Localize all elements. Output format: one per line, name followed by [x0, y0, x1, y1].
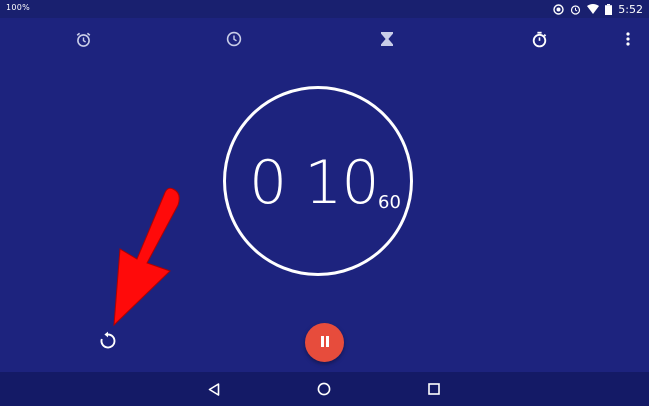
hourglass-icon	[380, 31, 394, 47]
nav-home-button[interactable]	[314, 380, 334, 398]
tab-alarm[interactable]	[73, 29, 93, 49]
alarm-icon	[75, 31, 92, 48]
stopwatch-icon	[531, 31, 548, 48]
status-time: 5:52	[618, 2, 643, 16]
navigation-bar	[0, 372, 649, 406]
timer-screen: 100% 5:52 0 10 60	[0, 0, 649, 406]
wifi-icon	[587, 4, 600, 14]
reset-icon	[98, 331, 118, 356]
nav-recents-button[interactable]	[424, 380, 444, 398]
overflow-menu-icon	[626, 32, 630, 46]
tab-stopwatch[interactable]	[529, 29, 549, 49]
battery-icon	[605, 3, 613, 15]
sync-icon	[553, 3, 564, 15]
back-icon	[208, 382, 220, 396]
pause-icon	[320, 334, 330, 352]
alarm-status-icon	[570, 4, 581, 15]
status-bar: 100% 5:52	[0, 0, 649, 18]
recents-icon	[428, 383, 440, 395]
timer-seconds-display: 60	[378, 192, 401, 213]
timer-display: 0 10	[249, 148, 380, 218]
clock-icon	[226, 31, 242, 47]
overflow-menu-button[interactable]	[618, 29, 638, 49]
tab-timer[interactable]	[377, 29, 397, 49]
tab-clock[interactable]	[224, 29, 244, 49]
annotation-arrow	[100, 175, 190, 335]
reset-button[interactable]	[96, 331, 120, 355]
battery-percent-indicator: 100%	[6, 3, 31, 12]
status-icons: 5:52	[553, 2, 643, 16]
home-icon	[317, 382, 331, 396]
pause-button[interactable]	[305, 323, 344, 362]
nav-back-button[interactable]	[204, 380, 224, 398]
